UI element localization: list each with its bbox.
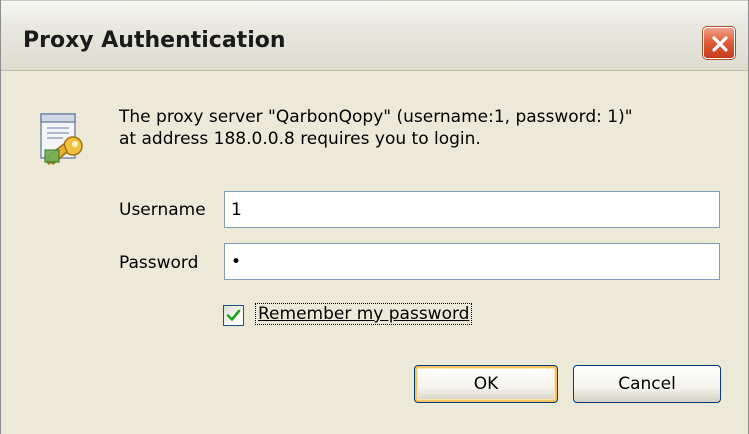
title-bar[interactable]: Proxy Authentication xyxy=(1,0,748,71)
checkmark-icon xyxy=(226,309,241,321)
remember-password-checkbox[interactable] xyxy=(223,305,244,326)
key-document-icon xyxy=(40,113,83,165)
password-field[interactable] xyxy=(224,243,720,280)
login-message: The proxy server "QarbonQopy" (username:… xyxy=(119,106,729,150)
username-label: Username xyxy=(119,200,206,220)
message-line-1: The proxy server "QarbonQopy" (username:… xyxy=(119,107,633,127)
cancel-button[interactable]: Cancel xyxy=(573,365,721,403)
remember-password-label[interactable]: Remember my password xyxy=(255,303,473,325)
proxy-auth-dialog: Proxy Authentication The proxy server "Q… xyxy=(0,0,749,434)
password-label: Password xyxy=(119,253,199,273)
close-button[interactable] xyxy=(703,27,735,59)
close-icon xyxy=(712,36,728,52)
username-field[interactable] xyxy=(224,191,720,228)
dialog-title: Proxy Authentication xyxy=(23,28,286,53)
message-line-2: at address 188.0.0.8 requires you to log… xyxy=(119,129,481,149)
ok-button[interactable]: OK xyxy=(414,365,558,403)
